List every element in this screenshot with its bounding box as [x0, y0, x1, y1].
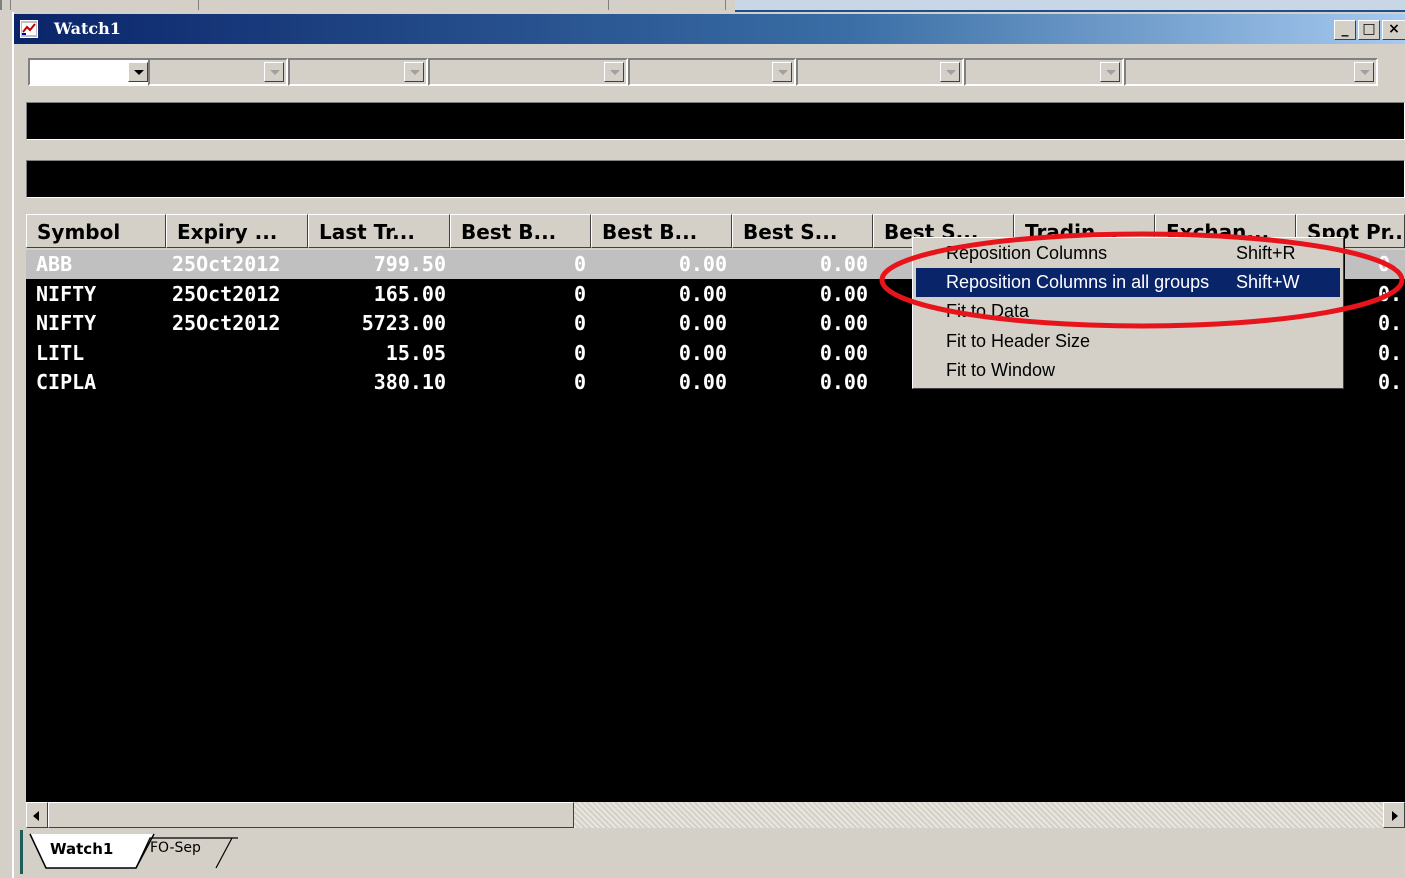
- filter-dropdown-1[interactable]: [28, 58, 152, 86]
- menu-item-shortcut: Shift+W: [1236, 272, 1300, 292]
- last-traded-cell: 165.00: [373, 282, 446, 306]
- menu-item-fit-to-data[interactable]: Fit to Data: [916, 297, 1340, 326]
- scroll-right-icon[interactable]: [1383, 802, 1405, 828]
- expiry-cell: 25Oct2012: [172, 311, 281, 335]
- horizontal-scrollbar[interactable]: [26, 802, 1405, 828]
- best-buy-qty-cell: 0: [573, 252, 586, 276]
- menu-item-reposition-columns-all-groups[interactable]: Reposition Columns in all groups Shift+W: [916, 268, 1340, 297]
- chevron-down-icon[interactable]: [940, 62, 960, 82]
- chevron-down-icon[interactable]: [264, 62, 284, 82]
- column-header[interactable]: Expiry ...: [166, 214, 308, 248]
- spot-price-cell: 0.: [1378, 370, 1403, 394]
- best-buy-price-cell: 0.00: [678, 282, 727, 306]
- column-header[interactable]: Best S...: [732, 214, 873, 248]
- chevron-down-icon[interactable]: [772, 62, 792, 82]
- best-sell-cell: 0.00: [819, 311, 868, 335]
- symbol-cell: LITL: [36, 341, 85, 365]
- symbol-cell: NIFTY: [36, 311, 97, 335]
- spot-price-cell: 0.: [1378, 282, 1403, 306]
- chevron-down-icon[interactable]: [1100, 62, 1120, 82]
- last-traded-cell: 15.05: [385, 341, 446, 365]
- menu-item-reposition-columns[interactable]: Reposition Columns Shift+R: [916, 239, 1340, 268]
- menu-item-fit-to-window[interactable]: Fit to Window: [916, 356, 1340, 385]
- best-buy-qty-cell: 0: [573, 311, 586, 335]
- maximize-icon[interactable]: □: [1358, 20, 1380, 40]
- symbol-cell: NIFTY: [36, 282, 97, 306]
- column-header[interactable]: Best B...: [450, 214, 591, 248]
- scroll-left-icon[interactable]: [26, 802, 48, 828]
- context-menu: Reposition Columns Shift+R Reposition Co…: [912, 237, 1344, 389]
- tab-fo-sep[interactable]: FO-Sep: [150, 840, 201, 856]
- menu-item-label: Fit to Window: [946, 360, 1056, 380]
- best-buy-price-cell: 0.00: [678, 341, 727, 365]
- window-title: Watch1: [54, 19, 121, 38]
- best-sell-cell: 0.00: [819, 341, 868, 365]
- symbol-cell: CIPLA: [36, 370, 97, 394]
- last-traded-cell: 380.10: [373, 370, 446, 394]
- chevron-down-icon[interactable]: [604, 62, 624, 82]
- filter-dropdown-8[interactable]: [1124, 58, 1378, 86]
- tab-watch1[interactable]: Watch1: [50, 840, 113, 858]
- menu-item-fit-to-header-size[interactable]: Fit to Header Size: [916, 327, 1340, 356]
- close-icon[interactable]: ×: [1382, 20, 1405, 40]
- column-header[interactable]: Best B...: [591, 214, 732, 248]
- column-header[interactable]: Symbol: [26, 214, 166, 248]
- best-buy-qty-cell: 0: [573, 341, 586, 365]
- best-buy-price-cell: 0.00: [678, 311, 727, 335]
- menu-item-label: Reposition Columns: [946, 243, 1108, 263]
- best-sell-cell: 0.00: [819, 282, 868, 306]
- title-bar[interactable]: Watch1 _ □ ×: [14, 14, 1405, 44]
- symbol-cell: ABB: [36, 252, 73, 276]
- spot-price-cell: 0.: [1378, 341, 1403, 365]
- watch-window-icon: [20, 20, 38, 38]
- best-sell-cell: 0.00: [819, 370, 868, 394]
- best-buy-price-cell: 0.00: [678, 252, 727, 276]
- best-buy-price-cell: 0.00: [678, 370, 727, 394]
- chevron-down-icon[interactable]: [404, 62, 424, 82]
- expiry-cell: 25Oct2012: [172, 282, 281, 306]
- column-header[interactable]: Last Tr...: [308, 214, 450, 248]
- tab-bar-accent: [20, 830, 23, 874]
- chevron-down-icon[interactable]: [128, 62, 148, 82]
- expiry-cell: 25Oct2012: [172, 252, 281, 276]
- menu-item-label: Fit to Header Size: [946, 331, 1091, 351]
- spot-price-cell: 0.: [1378, 252, 1403, 276]
- best-sell-cell: 0.00: [819, 252, 868, 276]
- scrollbar-thumb[interactable]: [48, 802, 574, 828]
- background-window-strip: [0, 0, 1405, 12]
- spot-price-cell: 0.: [1378, 311, 1403, 335]
- filter-row: [14, 52, 1405, 90]
- last-traded-cell: 799.50: [373, 252, 446, 276]
- ticker-bar-1: [26, 102, 1405, 140]
- minimize-icon[interactable]: _: [1334, 20, 1356, 40]
- filter-dropdown-5[interactable]: [628, 58, 796, 86]
- filter-dropdown-4[interactable]: [428, 58, 628, 86]
- menu-item-shortcut: Shift+R: [1236, 243, 1296, 263]
- best-buy-qty-cell: 0: [573, 282, 586, 306]
- filter-dropdown-3[interactable]: [288, 58, 428, 86]
- menu-item-label: Fit to Data: [946, 301, 1030, 321]
- filter-dropdown-7[interactable]: [964, 58, 1124, 86]
- chevron-down-icon[interactable]: [1354, 62, 1374, 82]
- best-buy-qty-cell: 0: [573, 370, 586, 394]
- menu-item-label: Reposition Columns in all groups: [946, 272, 1210, 292]
- last-traded-cell: 5723.00: [361, 311, 446, 335]
- filter-dropdown-2[interactable]: [148, 58, 288, 86]
- ticker-bar-2: [26, 160, 1405, 198]
- filter-dropdown-6[interactable]: [796, 58, 964, 86]
